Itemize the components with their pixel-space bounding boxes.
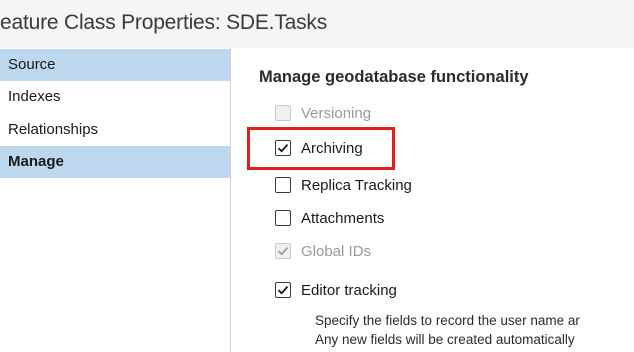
global-ids-checkbox	[275, 243, 291, 259]
editor-tracking-description-line2: Any new fields will be created automatic…	[315, 332, 575, 347]
attachments-label: Attachments	[301, 210, 385, 227]
archiving-highlight-box	[247, 127, 395, 170]
checkmark-icon	[277, 247, 289, 256]
sidebar-item-relationships[interactable]: Relationships	[0, 114, 230, 146]
sidebar-item-source[interactable]: Source	[0, 49, 230, 81]
section-heading: Manage geodatabase functionality	[259, 68, 529, 86]
title-bar: eature Class Properties: SDE.Tasks	[0, 0, 634, 48]
global-ids-label: Global IDs	[301, 243, 372, 260]
attachments-checkbox[interactable]	[275, 210, 291, 226]
checkmark-icon	[277, 286, 289, 295]
editor-tracking-checkbox[interactable]	[275, 282, 291, 298]
sidebar: Source Indexes Relationships Manage	[0, 48, 230, 352]
manage-panel: Manage geodatabase functionality Version…	[231, 48, 634, 352]
versioning-label: Versioning	[301, 105, 372, 122]
editor-tracking-label: Editor tracking	[301, 282, 397, 299]
sidebar-item-indexes[interactable]: Indexes	[0, 81, 230, 113]
sidebar-item-manage[interactable]: Manage	[0, 146, 230, 178]
versioning-checkbox	[275, 105, 291, 121]
window-title: eature Class Properties: SDE.Tasks	[0, 11, 327, 34]
editor-tracking-description-line1: Specify the fields to record the user na…	[315, 313, 580, 328]
replica-tracking-label: Replica Tracking	[301, 177, 412, 194]
replica-tracking-checkbox[interactable]	[275, 177, 291, 193]
